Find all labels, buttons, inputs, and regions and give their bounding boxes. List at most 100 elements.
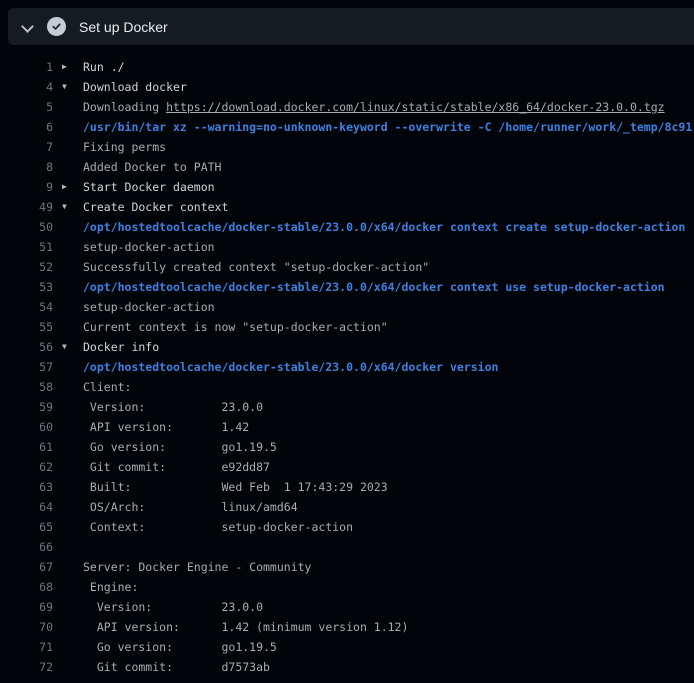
log-text: setup-docker-action [83,240,215,254]
log-text: Fixing perms [83,140,166,154]
triangle-right-icon[interactable]: ▶ [62,57,67,77]
log-text: Built: Wed Feb 1 17:43:29 2023 [83,480,388,494]
log-line: 72 Git commit: d7573ab [0,657,694,677]
log-line: 57/opt/hostedtoolcache/docker-stable/23.… [0,357,694,377]
log-line: 50/opt/hostedtoolcache/docker-stable/23.… [0,217,694,237]
log-text: Added Docker to PATH [83,160,221,174]
line-number[interactable]: 68 [0,577,53,597]
log-line: 63 Built: Wed Feb 1 17:43:29 2023 [0,477,694,497]
line-number[interactable]: 4 [0,77,53,97]
log-text: Downloading [83,100,166,114]
log-text: Downloading https://download.docker.com/… [83,97,665,117]
line-number[interactable]: 5 [0,97,53,117]
line-number[interactable]: 50 [0,217,53,237]
line-number[interactable]: 52 [0,257,53,277]
log-line: 9▶Start Docker daemon [0,177,694,197]
line-number[interactable]: 65 [0,517,53,537]
line-number[interactable]: 55 [0,317,53,337]
log-text: Version: 23.0.0 [83,400,263,414]
group-toggle[interactable]: ▼Docker info [83,337,159,357]
actions-log-viewer: Set up Docker 1▶Run ./4▼Download docker5… [0,0,694,683]
line-number[interactable]: 63 [0,477,53,497]
line-number[interactable]: 64 [0,497,53,517]
step-header[interactable]: Set up Docker [8,8,694,45]
log-text: OS/Arch: linux/amd64 [83,500,298,514]
log-line: 4▼Download docker [0,77,694,97]
log-line: 71 Go version: go1.19.5 [0,637,694,657]
group-label: Download docker [83,80,187,94]
log-command-text: /opt/hostedtoolcache/docker-stable/23.0.… [83,220,685,234]
log-line: 55 Current context is now "setup-docker-a… [0,317,694,337]
line-number[interactable]: 66 [0,537,53,557]
triangle-down-icon[interactable]: ▼ [62,197,67,217]
line-number[interactable]: 49 [0,197,53,217]
line-number[interactable]: 61 [0,437,53,457]
log-text: Successfully created context "setup-dock… [83,260,429,274]
group-toggle[interactable]: ▶Run ./ [83,57,125,77]
line-number[interactable]: 8 [0,157,53,177]
chevron-down-icon[interactable] [20,20,34,34]
log-text: Version: 23.0.0 [83,600,263,614]
log-line: 7 Fixing perms [0,137,694,157]
log-line: 5 Downloading https://download.docker.com… [0,97,694,117]
log-line: 60 API version: 1.42 [0,417,694,437]
log-line: 69 Version: 23.0.0 [0,597,694,617]
log-command-text: /usr/bin/tar xz --warning=no-unknown-key… [83,120,692,134]
group-label: Docker info [83,340,159,354]
log-line: 59 Version: 23.0.0 [0,397,694,417]
line-number[interactable]: 9 [0,177,53,197]
line-number[interactable]: 51 [0,237,53,257]
log-line: 56▼Docker info [0,337,694,357]
log-line: 67 Server: Docker Engine - Community [0,557,694,577]
line-number[interactable]: 67 [0,557,53,577]
line-number[interactable]: 57 [0,357,53,377]
log-text: API version: 1.42 (minimum version 1.12) [83,620,408,634]
log-line: 6/usr/bin/tar xz --warning=no-unknown-ke… [0,117,694,137]
group-label: Create Docker context [83,200,228,214]
line-number[interactable]: 53 [0,277,53,297]
log-line: 1▶Run ./ [0,57,694,77]
line-number[interactable]: 62 [0,457,53,477]
log-line: 66 [0,537,694,557]
group-toggle[interactable]: ▼Create Docker context [83,197,228,217]
line-number[interactable]: 58 [0,377,53,397]
line-number[interactable]: 59 [0,397,53,417]
log-line: 58Client: [0,377,694,397]
log-text: Server: Docker Engine - Community [83,560,311,574]
log-text: Go version: go1.19.5 [83,640,277,654]
log-text: setup-docker-action [83,300,215,314]
log-line: 62 Git commit: e92dd87 [0,457,694,477]
triangle-right-icon[interactable]: ▶ [62,177,67,197]
log-text: Engine: [83,580,138,594]
line-number[interactable]: 60 [0,417,53,437]
log-line: 64 OS/Arch: linux/amd64 [0,497,694,517]
log-link[interactable]: https://download.docker.com/linux/static… [166,100,665,114]
line-number[interactable]: 54 [0,297,53,317]
log-line: 49▼Create Docker context [0,197,694,217]
log-line: 51 setup-docker-action [0,237,694,257]
line-number[interactable]: 7 [0,137,53,157]
log-line: 65 Context: setup-docker-action [0,517,694,537]
log-line: 68 Engine: [0,577,694,597]
log-line: 70 API version: 1.42 (minimum version 1.… [0,617,694,637]
group-toggle[interactable]: ▶Start Docker daemon [83,177,215,197]
group-label: Run ./ [83,60,125,74]
line-number[interactable]: 1 [0,57,53,77]
log-text: Current context is now "setup-docker-act… [83,320,388,334]
line-number[interactable]: 72 [0,657,53,677]
triangle-down-icon[interactable]: ▼ [62,337,67,357]
line-number[interactable]: 6 [0,117,53,137]
log-command-text: /opt/hostedtoolcache/docker-stable/23.0.… [83,360,498,374]
log-line: 53/opt/hostedtoolcache/docker-stable/23.… [0,277,694,297]
triangle-down-icon[interactable]: ▼ [62,77,67,97]
log-line: 8 Added Docker to PATH [0,157,694,177]
log-text: Git commit: d7573ab [83,660,270,674]
log-text: Git commit: e92dd87 [83,460,270,474]
group-toggle[interactable]: ▼Download docker [83,77,187,97]
line-number[interactable]: 69 [0,597,53,617]
line-number[interactable]: 56 [0,337,53,357]
line-number[interactable]: 70 [0,617,53,637]
line-number[interactable]: 71 [0,637,53,657]
log-line: 54 setup-docker-action [0,297,694,317]
group-label: Start Docker daemon [83,180,215,194]
